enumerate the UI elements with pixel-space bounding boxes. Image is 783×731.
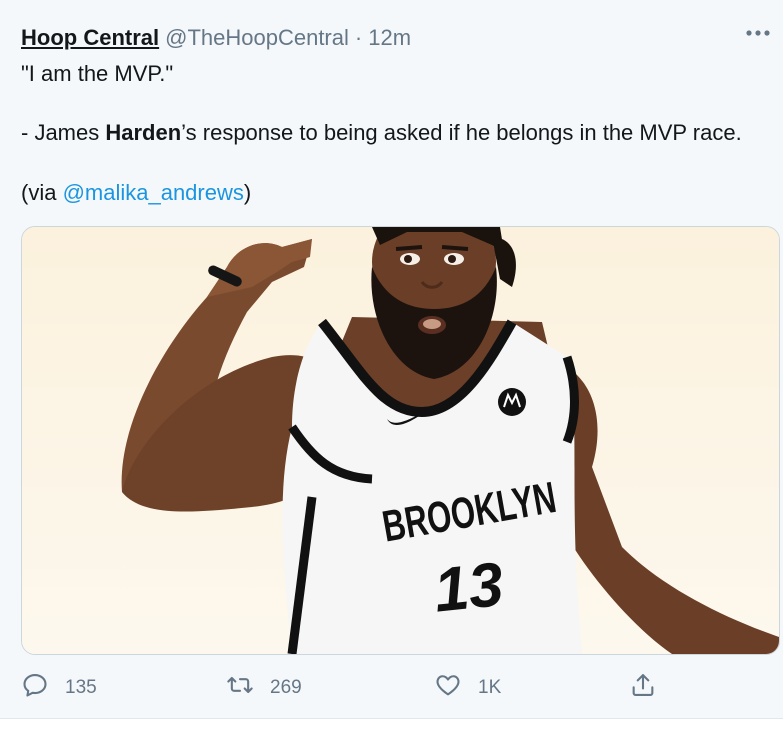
attribution-suffix: ’s response to being asked if he belongs… <box>181 120 742 145</box>
tweet-media-image[interactable]: BROOKLYN 13 <box>21 226 780 655</box>
jersey-number: 13 <box>431 550 507 626</box>
retweet-count: 269 <box>270 677 302 698</box>
like-count: 1K <box>478 677 502 698</box>
attribution-bold-name: Harden <box>105 120 182 145</box>
user-handle[interactable]: @TheHoopCentral <box>165 22 349 54</box>
heart-icon <box>434 671 462 705</box>
tweet-card[interactable]: Hoop Central @TheHoopCentral · 12m "I am… <box>0 0 783 719</box>
reply-count: 135 <box>65 677 97 698</box>
display-name[interactable]: Hoop Central <box>21 22 159 54</box>
reply-icon <box>21 671 49 705</box>
share-button[interactable] <box>629 668 657 708</box>
reply-button[interactable]: 135 <box>21 668 97 708</box>
retweet-button[interactable]: 269 <box>226 668 302 708</box>
player-photo: BROOKLYN 13 <box>22 227 779 654</box>
more-dots-icon[interactable] <box>743 22 773 44</box>
retweet-icon <box>226 671 254 705</box>
tweet-actions: 135 269 1K <box>0 668 783 708</box>
separator: · <box>354 25 363 50</box>
tweet-text-via: (via @malika_andrews) <box>21 178 251 208</box>
tweet-header: Hoop Central @TheHoopCentral · 12m <box>21 22 723 54</box>
via-prefix: (via <box>21 180 63 205</box>
like-button[interactable]: 1K <box>434 668 501 708</box>
tweet-text-attribution: - James Harden’s response to being asked… <box>21 118 742 148</box>
share-icon <box>629 671 657 705</box>
timestamp[interactable]: 12m <box>368 22 411 54</box>
via-suffix: ) <box>243 180 252 205</box>
mention-link[interactable]: @malika_andrews <box>63 180 244 205</box>
tweet-text-quote: "I am the MVP." <box>21 61 174 86</box>
attribution-prefix: - James <box>21 120 106 145</box>
